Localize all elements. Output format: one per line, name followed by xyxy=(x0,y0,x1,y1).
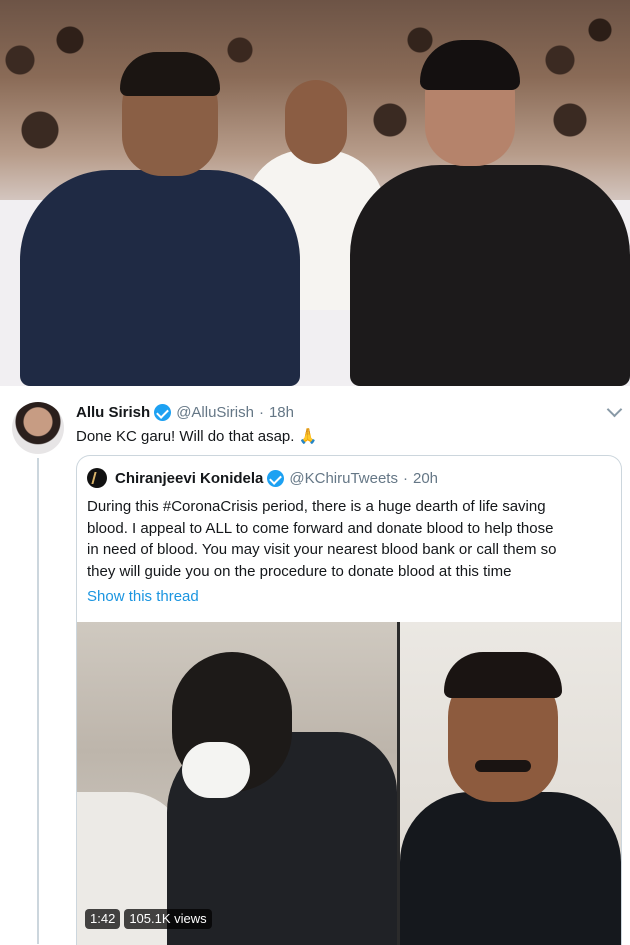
quoted-text-line: blood. I appeal to ALL to come forward a… xyxy=(87,519,554,537)
tweet[interactable]: Allu Sirish @AlluSirish · 18h Done KC ga… xyxy=(0,392,630,945)
tweet-body: Done KC garu! Will do that asap. xyxy=(76,428,295,445)
video-right-person-mustache xyxy=(475,760,531,772)
quoted-text-line: they will guide you on the procedure to … xyxy=(87,562,512,580)
video-right-person-body xyxy=(400,792,621,945)
video-info-overlay: 1:42 105.1K views xyxy=(85,909,212,929)
author-name[interactable]: Allu Sirish xyxy=(76,404,150,421)
tweet-timestamp[interactable]: 18h xyxy=(269,404,294,421)
quoted-author-name: Chiranjeevi Konidela xyxy=(115,469,264,487)
author-handle[interactable]: @AlluSirish xyxy=(176,404,254,421)
thread-line xyxy=(37,458,39,944)
user-avatar[interactable] xyxy=(12,402,64,454)
verified-badge-icon xyxy=(267,469,285,487)
quoted-text-line: During this #CoronaCrisis period, there … xyxy=(87,498,546,515)
quoted-tweet-header: Chiranjeevi Konidela @KChiruTweets · 20h xyxy=(87,468,438,488)
quoted-text-line: in need of blood. You may visit your nea… xyxy=(87,541,557,558)
person-left-hair xyxy=(120,52,220,96)
quoted-timestamp: 20h xyxy=(412,469,439,487)
face-mask xyxy=(182,742,250,798)
tweet-text: Done KC garu! Will do that asap. 🙏 xyxy=(76,426,317,448)
video-right-person-hair xyxy=(444,652,562,698)
person-middle-head xyxy=(285,80,347,164)
video-left-frame xyxy=(77,622,397,945)
quoted-tweet[interactable]: Chiranjeevi Konidela @KChiruTweets · 20h… xyxy=(76,455,622,945)
video-player[interactable]: 1:42 105.1K views xyxy=(77,622,621,945)
video-duration: 1:42 xyxy=(85,909,121,929)
quoted-author-avatar xyxy=(87,468,107,488)
separator-dot: · xyxy=(402,469,408,487)
chevron-down-icon[interactable] xyxy=(606,401,623,418)
person-left-shirt xyxy=(20,170,300,386)
tweet-header: Allu Sirish @AlluSirish · 18h xyxy=(76,402,294,422)
quoted-tweet-text: During this #CoronaCrisis period, there … xyxy=(87,496,607,582)
folded-hands-emoji: 🙏 xyxy=(298,428,318,445)
quoted-author-handle: @KChiruTweets xyxy=(289,469,398,487)
person-right-jacket xyxy=(350,165,630,386)
video-right-frame xyxy=(400,622,621,945)
event-photo xyxy=(0,0,630,386)
show-thread-link[interactable]: Show this thread xyxy=(87,588,199,605)
verified-badge-icon xyxy=(154,403,172,421)
separator-dot: · xyxy=(258,403,264,421)
video-view-count: 105.1K views xyxy=(124,909,212,929)
